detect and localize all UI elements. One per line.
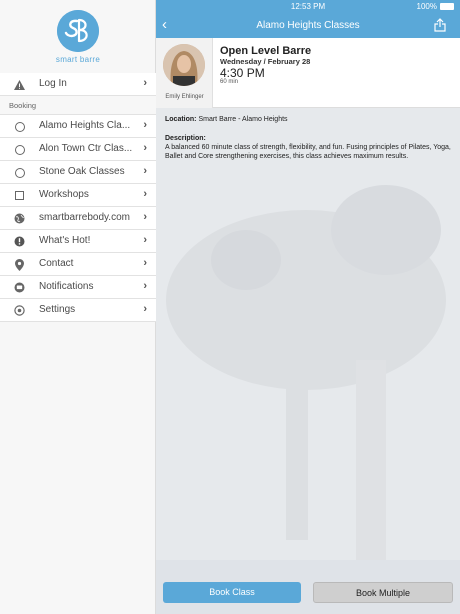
sidebar-item-login[interactable]: Log In ›	[0, 73, 156, 96]
battery-percent: 100%	[416, 2, 437, 11]
sidebar-item-label: Settings	[39, 304, 76, 315]
class-header-card: Emily Ehlinger Open Level Barre Wednesda…	[156, 38, 460, 108]
brand-name: smart barre	[55, 55, 101, 64]
location-value: Smart Barre - Alamo Heights	[198, 116, 288, 123]
chevron-right-icon: ›	[143, 77, 147, 89]
class-duration: 60 min	[220, 79, 239, 85]
chevron-right-icon: ›	[143, 142, 147, 154]
instructor-photo-box: Emily Ehlinger	[156, 38, 213, 108]
description-text: A balanced 60 minute class of strength, …	[165, 144, 451, 160]
sidebar-item-stone-oak[interactable]: Stone Oak Classes ›	[0, 161, 156, 184]
sidebar: smart barre Log In › Booking Alamo Heigh…	[0, 0, 156, 614]
chevron-right-icon: ›	[143, 165, 147, 177]
sidebar-item-label: Stone Oak Classes	[39, 166, 125, 177]
warning-icon	[14, 79, 25, 90]
location-line: Location: Smart Barre - Alamo Heights	[165, 115, 453, 124]
brand-logo	[57, 10, 99, 52]
location-pin-icon	[14, 258, 25, 271]
status-bar: 12:53 PM 100%	[156, 0, 460, 14]
battery-indicator: 100%	[417, 2, 454, 11]
sidebar-item-website[interactable]: smartbarrebody.com ›	[0, 207, 156, 230]
sidebar-item-label: Log In	[39, 78, 67, 89]
description-label: Description:	[165, 135, 206, 142]
share-icon[interactable]	[434, 18, 446, 32]
class-date: Wednesday / February 28	[220, 57, 311, 66]
chevron-right-icon: ›	[143, 211, 147, 223]
message-icon	[14, 282, 25, 293]
status-time: 12:53 PM	[290, 2, 326, 11]
page-title: Alamo Heights Classes	[256, 20, 360, 31]
circle-icon	[14, 121, 25, 132]
sidebar-item-label: What's Hot!	[39, 235, 91, 246]
battery-icon	[440, 3, 454, 10]
class-name: Open Level Barre	[220, 45, 312, 57]
nav-bar: ‹ Alamo Heights Classes	[156, 14, 460, 38]
sidebar-item-label: Alamo Heights Cla...	[39, 120, 131, 131]
sidebar-item-notifications[interactable]: Notifications ›	[0, 276, 156, 299]
book-class-button[interactable]: Book Class	[163, 582, 301, 603]
chevron-right-icon: ›	[143, 280, 147, 292]
sidebar-menu: Log In › Booking Alamo Heights Cla... › …	[0, 73, 156, 322]
main-panel: 12:53 PM 100% ‹ Alamo Heights Classes Em…	[156, 0, 460, 614]
square-icon	[14, 190, 25, 201]
sidebar-item-whats-hot[interactable]: What's Hot! ›	[0, 230, 156, 253]
circle-icon	[14, 167, 25, 178]
sidebar-item-alamo-heights[interactable]: Alamo Heights Cla... ›	[0, 115, 156, 138]
sidebar-item-label: Alon Town Ctr Clas...	[39, 143, 133, 154]
chevron-right-icon: ›	[143, 303, 147, 315]
instructor-avatar	[163, 44, 205, 86]
instructor-name: Emily Ehlinger	[165, 94, 204, 100]
sidebar-item-alon-town[interactable]: Alon Town Ctr Clas... ›	[0, 138, 156, 161]
sidebar-item-label: Notifications	[39, 281, 94, 292]
sidebar-item-label: Workshops	[39, 189, 89, 200]
gear-icon	[14, 305, 25, 316]
chevron-right-icon: ›	[143, 257, 147, 269]
sidebar-item-contact[interactable]: Contact ›	[0, 253, 156, 276]
globe-icon	[14, 213, 25, 224]
circle-icon	[14, 144, 25, 155]
section-header-booking: Booking	[0, 96, 156, 115]
location-label: Location:	[165, 116, 197, 123]
sidebar-item-label: smartbarrebody.com	[39, 212, 130, 223]
chevron-right-icon: ›	[143, 188, 147, 200]
class-details: Location: Smart Barre - Alamo Heights De…	[165, 115, 453, 161]
exclamation-icon	[14, 236, 25, 247]
chevron-right-icon: ›	[143, 119, 147, 131]
chevron-right-icon: ›	[143, 234, 147, 246]
sidebar-item-workshops[interactable]: Workshops ›	[0, 184, 156, 207]
logo-icon	[57, 10, 99, 52]
book-multiple-button[interactable]: Book Multiple	[313, 582, 453, 603]
sidebar-item-settings[interactable]: Settings ›	[0, 299, 156, 322]
sidebar-item-label: Contact	[39, 258, 74, 269]
class-time: 4:30 PM	[220, 66, 265, 80]
